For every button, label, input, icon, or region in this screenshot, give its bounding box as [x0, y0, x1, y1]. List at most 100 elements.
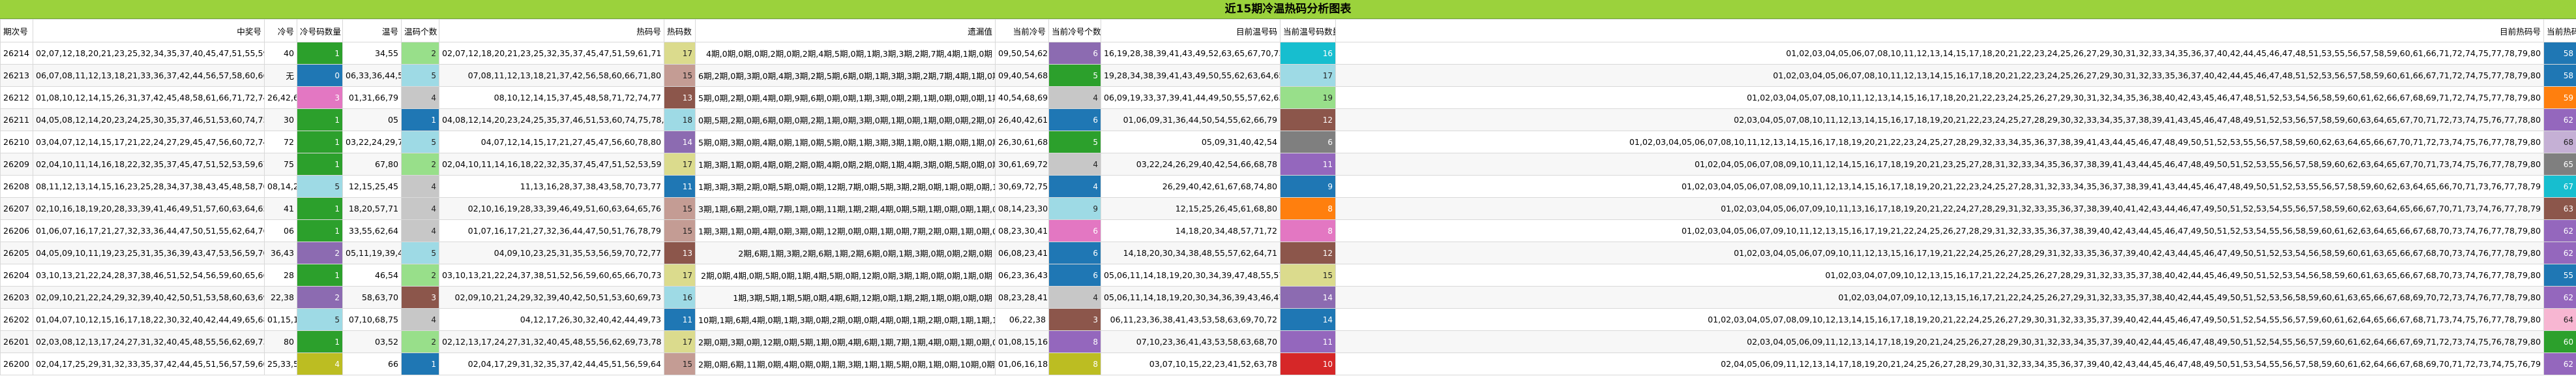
winning-numbers-cell: 01,06,07,16,17,21,27,32,33,36,44,47,50,5… — [33, 219, 265, 242]
winning-numbers-cell: 02,07,12,18,20,21,23,25,32,34,35,37,40,4… — [33, 42, 265, 65]
issue-cell: 26204 — [0, 264, 33, 287]
current-cold-count-cell: 6 — [1048, 42, 1101, 65]
table-header-row: 期次号 中奖号 冷号 冷号码数量 温号 温码个数 热码号 热码数 遗漏值 当前冷… — [0, 19, 2576, 42]
warm-count-cell: 4 — [401, 175, 439, 198]
hot-count-cell: 16 — [664, 286, 696, 309]
current-cold-count-cell: 4 — [1048, 175, 1101, 198]
current-warm-cell: 14,18,20,30,34,38,48,55,57,62,64,71 — [1101, 242, 1281, 264]
warm-numbers-cell: 46,54 — [342, 264, 402, 287]
current-warm-count-cell: 8 — [1280, 219, 1336, 242]
current-cold-count-cell: 5 — [1048, 131, 1101, 153]
current-cold-cell: 01,08,15,16,22,38,65,77 — [995, 330, 1049, 353]
warm-count-cell: 5 — [401, 242, 439, 264]
table-row: 26210 03,04,07,12,14,15,17,21,22,24,27,2… — [0, 131, 2576, 153]
current-warm-cell: 05,09,31,40,42,54 — [1101, 131, 1281, 153]
hot-count-cell: 13 — [664, 86, 696, 109]
warm-numbers-cell: 66 — [342, 352, 402, 375]
cold-count-cell: 5 — [297, 175, 343, 198]
current-cold-count-cell: 3 — [1048, 308, 1101, 331]
winning-numbers-cell: 03,10,13,21,22,24,28,37,38,46,51,52,54,5… — [33, 264, 265, 287]
current-warm-cell: 05,06,11,14,18,19,20,30,34,39,47,48,55,5… — [1101, 264, 1281, 287]
col-header-cur-cold-n: 当前冷号个数 — [1048, 19, 1101, 42]
current-cold-count-cell: 4 — [1048, 286, 1101, 309]
warm-count-cell: 4 — [401, 197, 439, 220]
warm-numbers-cell: 67,80 — [342, 153, 402, 176]
table-row: 26206 01,06,07,16,17,21,27,32,33,36,44,4… — [0, 219, 2576, 242]
col-header-cur-warm-n: 当前温号码数量 — [1280, 19, 1336, 42]
warm-count-cell: 1 — [401, 352, 439, 375]
current-warm-cell: 26,29,40,42,61,67,68,74,80 — [1101, 175, 1281, 198]
hot-numbers-cell: 04,08,12,14,20,23,24,25,35,37,46,51,53,6… — [439, 108, 664, 131]
current-warm-count-cell: 11 — [1280, 153, 1336, 176]
hot-count-cell: 17 — [664, 42, 696, 65]
issue-cell: 26205 — [0, 242, 33, 264]
current-hot-cell: 01,02,03,04,05,06,07,09,10,11,12,13,15,1… — [1335, 242, 2544, 264]
miss-values-cell: 1期,3期,1期,0期,4期,0期,2期,0期,4期,0期,2期,0期,1期,4… — [695, 153, 996, 176]
hot-numbers-cell: 04,07,12,14,15,17,21,27,45,47,56,60,78,8… — [439, 131, 664, 153]
miss-values-cell: 2期,6期,1期,3期,2期,6期,1期,2期,6期,0期,1期,3期,0期,0… — [695, 242, 996, 264]
cold-numbers-cell: 36,43 — [264, 242, 297, 264]
warm-numbers-cell: 34,55 — [342, 42, 402, 65]
current-cold-count-cell: 4 — [1048, 86, 1101, 109]
cold-numbers-cell: 22,38 — [264, 286, 297, 309]
hot-count-cell: 15 — [664, 352, 696, 375]
issue-cell: 26201 — [0, 330, 33, 353]
table-row: 26204 03,10,13,21,22,24,28,37,38,46,51,5… — [0, 264, 2576, 287]
current-cold-count-cell: 8 — [1048, 352, 1101, 375]
hot-numbers-cell: 02,10,16,19,28,33,39,46,49,51,60,63,64,6… — [439, 197, 664, 220]
hot-numbers-cell: 03,10,13,21,22,24,37,38,51,52,56,59,60,6… — [439, 264, 664, 287]
cold-count-cell: 1 — [297, 108, 343, 131]
current-cold-cell: 01,06,16,18,26,38,65,77,80 — [995, 352, 1049, 375]
current-warm-count-cell: 11 — [1280, 330, 1336, 353]
miss-values-cell: 1期,3期,5期,1期,5期,0期,4期,6期,12期,0期,1期,2期,1期,… — [695, 286, 996, 309]
current-warm-count-cell: 10 — [1280, 352, 1336, 375]
miss-values-cell: 2期,0期,4期,0期,5期,0期,1期,4期,5期,0期,12期,0期,3期,… — [695, 264, 996, 287]
cold-numbers-cell: 无 — [264, 64, 297, 87]
current-warm-count-cell: 14 — [1280, 286, 1336, 309]
cold-count-cell: 1 — [297, 131, 343, 153]
winning-numbers-cell: 02,09,10,21,22,24,29,32,39,40,42,50,51,5… — [33, 286, 265, 309]
hot-count-cell: 13 — [664, 242, 696, 264]
current-hot-count-cell: 63 — [2543, 197, 2576, 220]
current-cold-count-cell: 6 — [1048, 108, 1101, 131]
hot-count-cell: 15 — [664, 219, 696, 242]
current-warm-count-cell: 12 — [1280, 108, 1336, 131]
current-cold-count-cell: 9 — [1048, 197, 1101, 220]
miss-values-cell: 0期,5期,2期,0期,6期,0期,0期,2期,1期,0期,3期,0期,1期,0… — [695, 108, 996, 131]
current-hot-count-cell: 67 — [2543, 175, 2576, 198]
current-cold-cell: 26,30,61,68,69 — [995, 131, 1049, 153]
hot-count-cell: 15 — [664, 64, 696, 87]
warm-numbers-cell: 01,31,66,79 — [342, 86, 402, 109]
miss-values-cell: 6期,2期,0期,3期,0期,4期,3期,2期,5期,6期,0期,1期,3期,3… — [695, 64, 996, 87]
table-row: 26201 02,03,08,12,13,17,24,27,31,32,40,4… — [0, 330, 2576, 353]
current-hot-cell: 01,02,03,04,05,06,07,09,10,11,12,13,15,1… — [1335, 219, 2544, 242]
warm-count-cell: 4 — [401, 219, 439, 242]
current-warm-cell: 06,09,19,33,37,39,41,44,49,50,55,57,62,6… — [1101, 86, 1281, 109]
winning-numbers-cell: 02,10,16,18,19,20,28,33,39,41,46,49,51,5… — [33, 197, 265, 220]
miss-values-cell: 2期,0期,3期,0期,12期,0期,5期,1期,0期,4期,6期,1期,7期,… — [695, 330, 996, 353]
cold-numbers-cell: 25,33,57,60 — [264, 352, 297, 375]
current-warm-cell: 16,19,28,38,39,41,43,49,52,63,65,67,70,7… — [1101, 42, 1281, 65]
issue-cell: 26212 — [0, 86, 33, 109]
hot-count-cell: 17 — [664, 330, 696, 353]
analysis-table: 期次号 中奖号 冷号 冷号码数量 温号 温码个数 热码号 热码数 遗漏值 当前冷… — [0, 19, 2576, 375]
cold-numbers-cell: 40 — [264, 42, 297, 65]
col-header-miss: 遗漏值 — [695, 19, 996, 42]
warm-numbers-cell: 33,55,62,64 — [342, 219, 402, 242]
col-header-win: 中奖号 — [33, 19, 265, 42]
col-header-issue: 期次号 — [0, 19, 33, 42]
miss-values-cell: 2期,0期,6期,11期,0期,4期,0期,0期,1期,3期,1期,1期,5期,… — [695, 352, 996, 375]
warm-numbers-cell: 06,33,36,44,57 — [342, 64, 402, 87]
current-cold-count-cell: 8 — [1048, 330, 1101, 353]
cold-count-cell: 4 — [297, 352, 343, 375]
cold-numbers-cell: 75 — [264, 153, 297, 176]
current-hot-cell: 02,03,04,05,06,09,11,12,13,14,17,18,19,2… — [1335, 330, 2544, 353]
issue-cell: 26213 — [0, 64, 33, 87]
winning-numbers-cell: 03,04,07,12,14,15,17,21,22,24,27,29,45,4… — [33, 131, 265, 153]
hot-numbers-cell: 04,09,10,23,25,31,35,53,56,59,70,72,77 — [439, 242, 664, 264]
col-header-cur-hot-n: 当前热码数 — [2543, 19, 2576, 42]
current-cold-count-cell: 4 — [1048, 153, 1101, 176]
miss-values-cell: 5期,0期,2期,0期,4期,0期,9期,6期,0期,0期,1期,3期,0期,2… — [695, 86, 996, 109]
current-hot-count-cell: 62 — [2543, 108, 2576, 131]
current-hot-count-cell: 68 — [2543, 131, 2576, 153]
